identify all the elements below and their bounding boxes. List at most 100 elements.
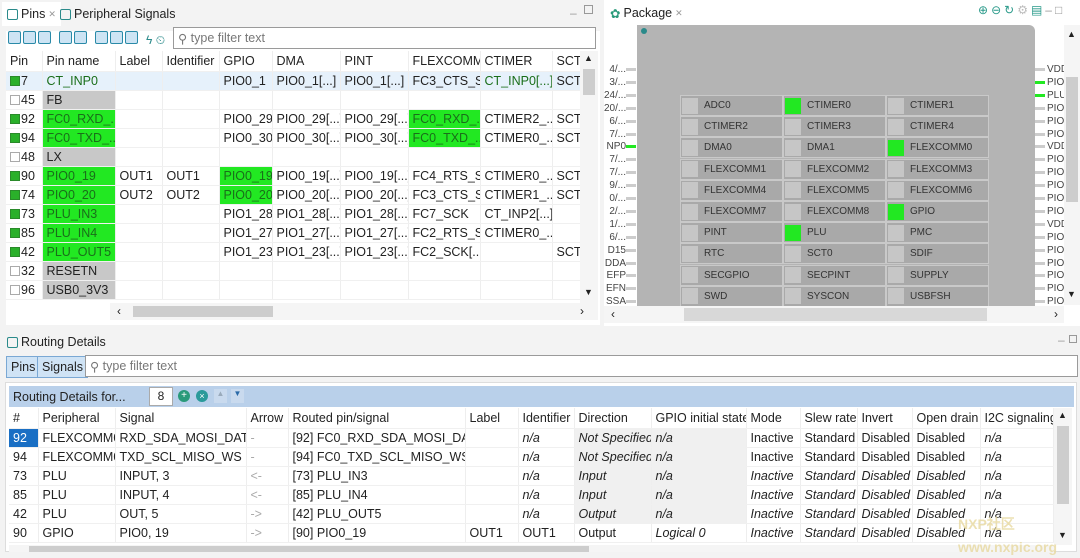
sct-cell[interactable] <box>552 223 581 243</box>
column-header[interactable]: SCT <box>552 51 581 72</box>
--cell[interactable]: 92 <box>9 428 39 448</box>
package-pin-label[interactable]: 7/... <box>604 166 626 179</box>
package-pin-label[interactable]: 6/... <box>604 115 626 128</box>
identifier-cell[interactable]: n/a <box>518 428 575 448</box>
package-pin[interactable] <box>1035 274 1045 278</box>
label-cell[interactable] <box>115 280 163 300</box>
ctimer-cell[interactable]: CTIMER2_... <box>480 109 553 129</box>
arrow-cell[interactable]: <- <box>246 485 289 505</box>
checkbox[interactable] <box>10 151 20 162</box>
label-cell[interactable]: OUT2 <box>115 185 163 205</box>
dma-cell[interactable]: PIO0_29[...] <box>272 109 341 129</box>
checkbox[interactable] <box>10 208 20 219</box>
rotate-icon[interactable]: ↻ <box>1004 3 1017 17</box>
--cell[interactable]: 90 <box>9 523 39 543</box>
flexcomm-cell[interactable]: FC7_SCK <box>408 204 481 224</box>
package-pin-label[interactable]: EFN <box>604 282 626 295</box>
sct-cell[interactable]: SCT( <box>552 109 581 129</box>
dma-cell[interactable]: PIO0_1[...] <box>272 71 341 91</box>
checkbox[interactable] <box>10 75 20 86</box>
signal-cell[interactable]: OUT, 5 <box>115 504 247 524</box>
ctimer-cell[interactable]: CTIMER0_... <box>480 128 553 148</box>
sct-cell[interactable]: SCT( <box>552 166 581 186</box>
pin-name-cell[interactable]: FB <box>42 90 116 110</box>
package-pin[interactable] <box>1035 209 1045 213</box>
peripheral-flexcomm4[interactable]: FLEXCOMM4 <box>680 179 783 201</box>
pint-cell[interactable] <box>340 261 409 281</box>
arrow-cell[interactable]: - <box>246 428 289 448</box>
column-header[interactable]: Mode <box>746 408 801 429</box>
label-cell[interactable] <box>115 204 163 224</box>
pint-cell[interactable]: PIO0_20[...] <box>340 185 409 205</box>
invert-cell[interactable]: Disabled <box>857 447 913 467</box>
package-pin[interactable] <box>626 274 636 278</box>
route-next-icon[interactable] <box>110 31 123 44</box>
package-pin[interactable] <box>626 209 636 213</box>
package-pin[interactable] <box>626 132 636 136</box>
package-pin-label[interactable]: 3/... <box>604 76 626 89</box>
move-down-icon[interactable]: ▼ <box>231 389 244 403</box>
peripheral-cell[interactable]: FLEXCOMM0 <box>38 447 116 467</box>
identifier-cell[interactable] <box>162 242 220 262</box>
column-header[interactable]: Slew rate <box>800 408 858 429</box>
package-vertical-scrollbar[interactable]: ▲ ▼ <box>1064 25 1080 305</box>
flexcomm-cell[interactable]: FC2_SCK[...] <box>408 242 481 262</box>
arrow-cell[interactable]: -> <box>246 504 289 524</box>
table-row[interactable]: 42 PLU OUT, 5 -> [42] PLU_OUT5 n/a Output n/a In… <box>9 504 1054 524</box>
package-pin-label[interactable]: PIO <box>1047 153 1064 166</box>
ctimer-cell[interactable] <box>480 242 553 262</box>
package-pin[interactable] <box>1035 287 1045 291</box>
identifier-cell[interactable]: OUT1 <box>162 166 220 186</box>
pin-cell[interactable]: 85 <box>6 223 43 243</box>
gpio-initial-state-cell[interactable]: n/a <box>651 447 747 467</box>
peripheral-cell[interactable]: GPIO <box>38 523 116 543</box>
package-pin[interactable] <box>1035 235 1045 239</box>
show-routed-icon[interactable] <box>59 31 72 44</box>
pint-cell[interactable] <box>340 90 409 110</box>
sct-cell[interactable] <box>552 90 581 110</box>
flexcomm-cell[interactable]: FC4_RTS_S... <box>408 166 481 186</box>
flexcomm-cell[interactable] <box>408 90 481 110</box>
pin-cell[interactable]: 42 <box>6 242 43 262</box>
peripheral-flexcomm6[interactable]: FLEXCOMM6 <box>886 179 989 201</box>
column-header[interactable]: Arrow <box>246 408 289 429</box>
package-pin[interactable] <box>626 287 636 291</box>
direction-cell[interactable]: Output <box>574 523 652 543</box>
gpio-cell[interactable]: PIO0_30 <box>219 128 273 148</box>
routed-pin-signal-cell[interactable]: [92] FC0_RXD_SDA_MOSI_DATA <box>288 428 466 448</box>
label-cell[interactable] <box>465 466 519 486</box>
sct-cell[interactable]: SCT( <box>552 128 581 148</box>
table-row[interactable]: 92 FC0_RXD_... PIO0_29 PIO0_29[...] PIO0_29[… <box>6 109 581 129</box>
peripheral-flexcomm8[interactable]: FLEXCOMM8 <box>783 201 886 222</box>
package-pin[interactable] <box>1035 158 1045 162</box>
pin-cell[interactable]: 92 <box>6 109 43 129</box>
peripheral-cell[interactable]: FLEXCOMM0 <box>38 428 116 448</box>
identifier-cell[interactable]: OUT2 <box>162 185 220 205</box>
column-header[interactable]: Identifier <box>162 51 220 72</box>
identifier-cell[interactable] <box>162 109 220 129</box>
gpio-initial-state-cell[interactable]: Logical 0 <box>651 523 747 543</box>
pint-cell[interactable] <box>340 280 409 300</box>
signal-cell[interactable]: RXD_SDA_MOSI_DATA <box>115 428 247 448</box>
peripheral-flexcomm5[interactable]: FLEXCOMM5 <box>783 179 886 201</box>
identifier-cell[interactable] <box>162 223 220 243</box>
sct-cell[interactable]: SCT_ <box>552 71 581 91</box>
show-all-icon[interactable] <box>74 31 87 44</box>
pint-cell[interactable]: PIO0_30[...] <box>340 128 409 148</box>
collapse-icon[interactable] <box>23 31 36 44</box>
package-pin[interactable] <box>626 119 636 123</box>
--cell[interactable]: 42 <box>9 504 39 524</box>
column-header[interactable]: CTIMER <box>480 51 553 72</box>
column-header[interactable]: Invert <box>857 408 913 429</box>
package-pin-label[interactable]: 24/... <box>604 89 626 102</box>
label-cell[interactable] <box>465 447 519 467</box>
package-pin[interactable] <box>1035 132 1045 136</box>
slew-rate-cell[interactable]: Standard <box>800 523 858 543</box>
table-row[interactable]: 74 PIO0_20 OUT2 OUT2 PIO0_20 PIO0_20[...] PIO0… <box>6 185 581 205</box>
flexcomm-cell[interactable] <box>408 261 481 281</box>
add-icon[interactable]: + <box>178 390 190 402</box>
table-row[interactable]: 85 PLU_IN4 PIO1_27 PIO1_27[...] PIO1_27[...]… <box>6 223 581 243</box>
ctimer-cell[interactable] <box>480 280 553 300</box>
package-pin[interactable] <box>1035 119 1045 123</box>
package-pin[interactable] <box>1035 248 1045 252</box>
